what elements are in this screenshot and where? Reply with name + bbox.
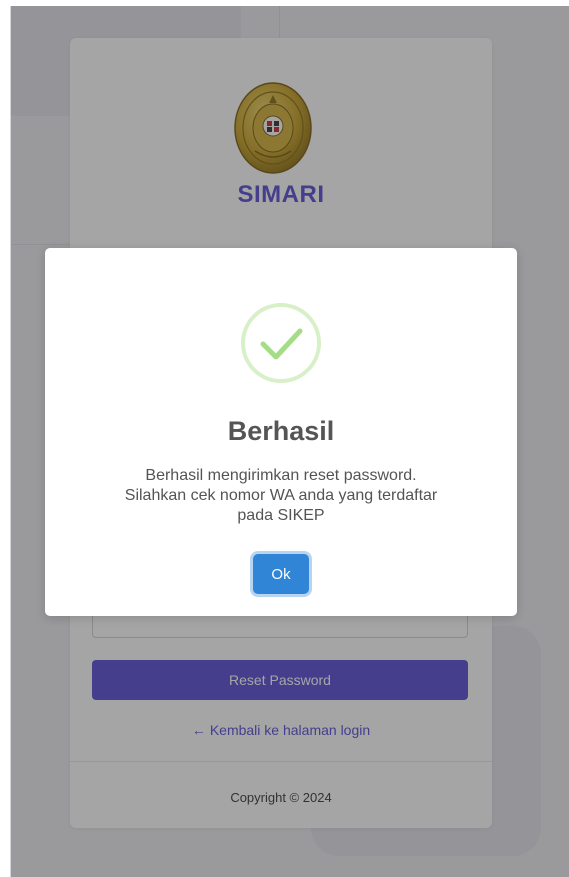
dialog-message: Berhasil mengirimkan reset password. Sil… [85, 466, 477, 526]
dialog-title: Berhasil [227, 416, 335, 446]
dialog-message-line: pada SIKEP [237, 507, 325, 524]
ok-button[interactable]: Ok [253, 554, 309, 594]
success-check-icon [241, 303, 321, 383]
success-dialog: Berhasil Berhasil mengirimkan reset pass… [45, 248, 517, 616]
dialog-message-line: Berhasil mengirimkan reset password. [145, 467, 417, 484]
dialog-message-line: Silahkan cek nomor WA anda yang terdafta… [124, 487, 438, 504]
page-frame: SIMARI Reset Password ← Kembali ke halama… [10, 6, 569, 877]
